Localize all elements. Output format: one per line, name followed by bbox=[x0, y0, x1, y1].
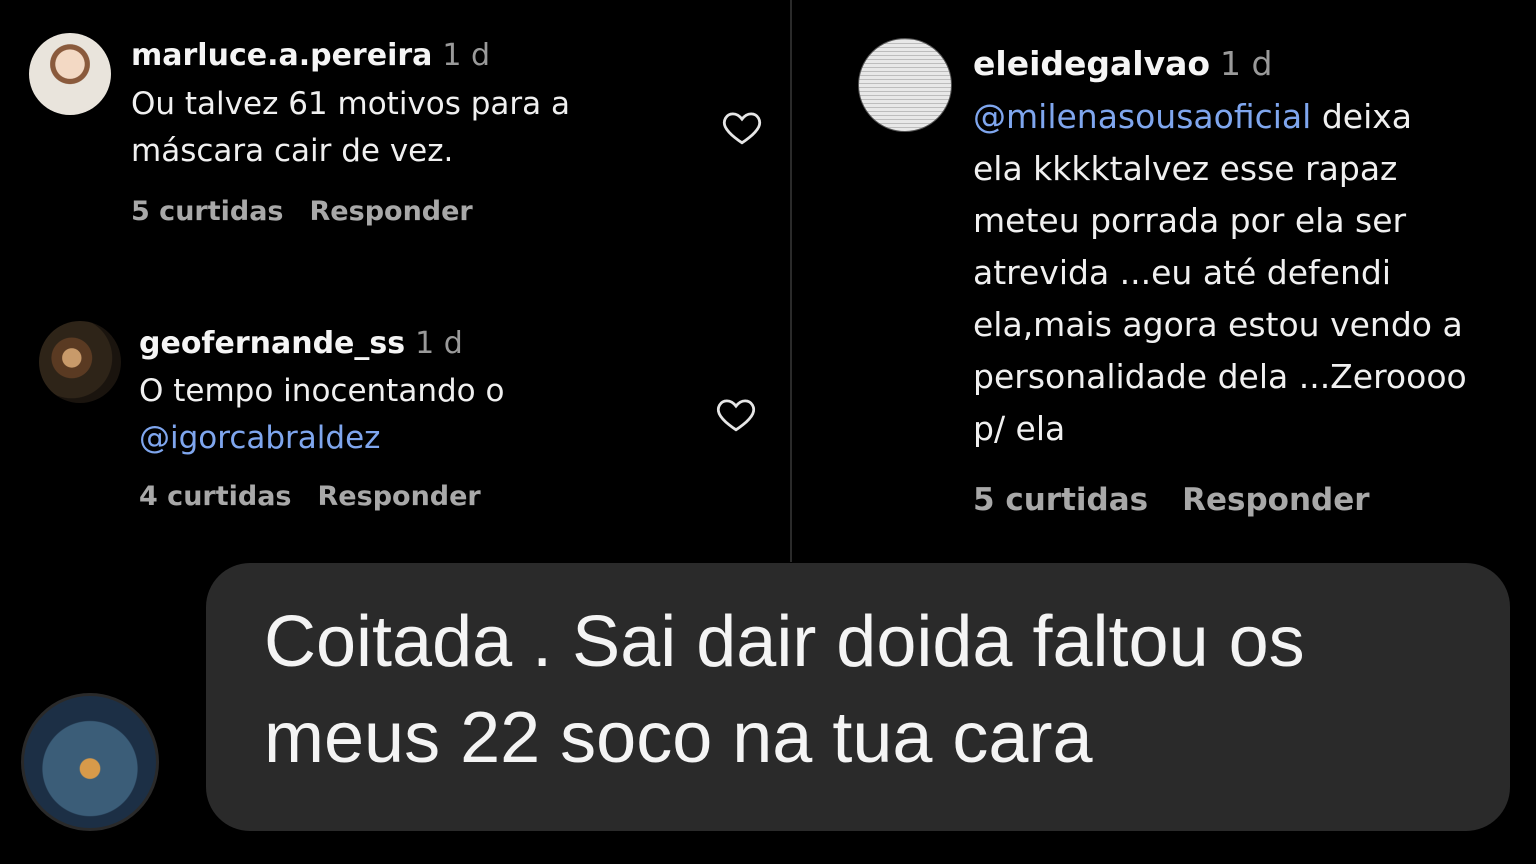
comment-username[interactable]: marluce.a.pereira bbox=[131, 38, 432, 73]
comment-text-line: O tempo inocentando o bbox=[139, 373, 505, 409]
reply-button[interactable]: Responder bbox=[310, 196, 473, 227]
comment-actions: 5 curtidas Responder bbox=[973, 482, 1396, 518]
comment-text-line: ela,mais agora estou vendo a bbox=[973, 305, 1463, 344]
comment-text-line: atrevida ...eu até defendi bbox=[973, 253, 1391, 292]
comment-text: Ou talvez 61 motivos para a máscara cair… bbox=[131, 81, 570, 174]
comment-header: marluce.a.pereira 1 d bbox=[131, 38, 490, 73]
comment-text: O tempo inocentando o @igorcabraldez bbox=[139, 368, 504, 461]
avatar[interactable] bbox=[39, 321, 121, 403]
comment-text-line: máscara cair de vez. bbox=[131, 132, 454, 169]
comment-time: 1 d bbox=[1220, 44, 1273, 83]
comment-username[interactable]: eleidegalvao bbox=[973, 44, 1210, 83]
message-text-line: meus 22 soco na tua cara bbox=[264, 698, 1093, 778]
avatar[interactable] bbox=[858, 38, 952, 132]
comment-text-line: p/ ela bbox=[973, 409, 1066, 448]
comment-text-line: personalidade dela ...Zeroooo bbox=[973, 357, 1467, 396]
comment-text: @milenasousaoficial deixa ela kkkktalvez… bbox=[973, 91, 1523, 455]
likes-count[interactable]: 5 curtidas bbox=[131, 196, 284, 227]
comment-time: 1 d bbox=[442, 38, 491, 73]
reply-button[interactable]: Responder bbox=[318, 481, 481, 512]
mention-link[interactable]: @igorcabraldez bbox=[139, 415, 504, 462]
comment-header: geofernande_ss 1 d bbox=[139, 326, 463, 361]
avatar[interactable] bbox=[29, 33, 111, 115]
reply-button[interactable]: Responder bbox=[1182, 482, 1369, 518]
comment-text-line: meteu porrada por ela ser bbox=[973, 201, 1407, 240]
heart-outline-icon[interactable] bbox=[715, 393, 757, 435]
comment-header: eleidegalvao 1 d bbox=[973, 44, 1272, 83]
comment-actions: 5 curtidas Responder bbox=[131, 196, 499, 227]
message-text: Coitada . Sai dair doida faltou os meus … bbox=[264, 594, 1484, 786]
likes-count[interactable]: 5 curtidas bbox=[973, 482, 1148, 518]
message-text-line: Coitada . Sai dair doida faltou os bbox=[264, 602, 1305, 682]
comment-text-line: ela kkkktalvez esse rapaz bbox=[973, 149, 1398, 188]
heart-outline-icon[interactable] bbox=[721, 106, 763, 148]
mention-link[interactable]: @milenasousaoficial bbox=[973, 97, 1311, 136]
comment-text-line: Ou talvez 61 motivos para a bbox=[131, 86, 571, 122]
avatar[interactable] bbox=[21, 693, 159, 831]
comment-text-line: deixa bbox=[1311, 97, 1412, 136]
comment-time: 1 d bbox=[415, 326, 463, 361]
comment-username[interactable]: geofernande_ss bbox=[139, 326, 405, 361]
column-divider bbox=[790, 0, 792, 562]
likes-count[interactable]: 4 curtidas bbox=[139, 481, 292, 512]
comment-actions: 4 curtidas Responder bbox=[139, 481, 507, 512]
